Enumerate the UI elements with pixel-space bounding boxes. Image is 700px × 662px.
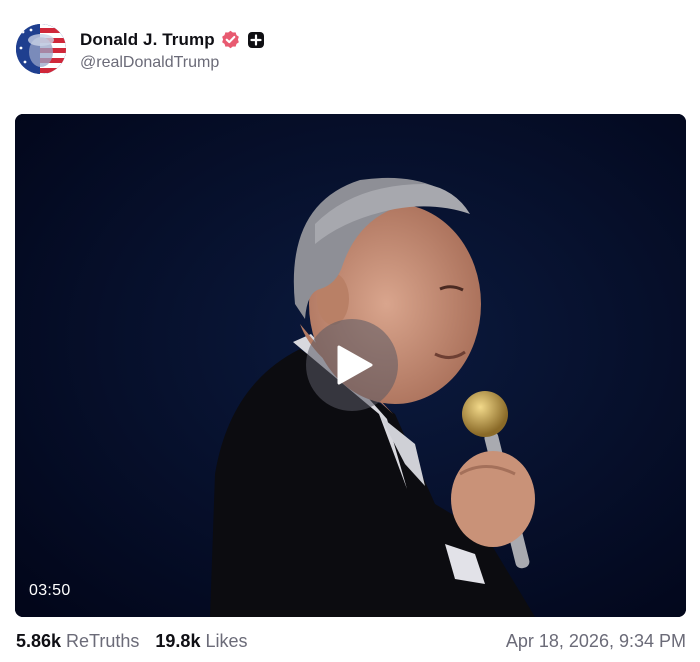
post-footer: 5.86k ReTruths 19.8k Likes Apr 18, 2026,… <box>16 628 686 654</box>
likes-label: Likes <box>205 630 248 651</box>
name-row: Donald J. Trump <box>80 27 265 53</box>
retruths-stat[interactable]: 5.86k ReTruths <box>16 631 139 652</box>
avatar[interactable] <box>16 24 66 74</box>
likes-stat[interactable]: 19.8k Likes <box>155 631 247 652</box>
likes-count: 19.8k <box>155 630 201 651</box>
post-timestamp[interactable]: Apr 18, 2026, 9:34 PM <box>506 631 686 652</box>
post-card: Donald J. Trump @realDonaldTrump 03:50 5… <box>0 0 700 662</box>
retruths-label: ReTruths <box>66 630 140 651</box>
retruths-count: 5.86k <box>16 630 62 651</box>
play-icon <box>337 345 373 385</box>
author-handle[interactable]: @realDonaldTrump <box>80 54 265 72</box>
plus-badge-icon <box>247 31 265 49</box>
video-player[interactable]: 03:50 <box>15 114 686 617</box>
post-header: Donald J. Trump @realDonaldTrump <box>16 22 265 76</box>
play-button[interactable] <box>306 319 398 411</box>
author-display-name[interactable]: Donald J. Trump <box>80 30 215 50</box>
verified-badge-icon <box>221 30 240 49</box>
video-duration: 03:50 <box>29 582 71 599</box>
author-names: Donald J. Trump @realDonaldTrump <box>80 27 265 72</box>
